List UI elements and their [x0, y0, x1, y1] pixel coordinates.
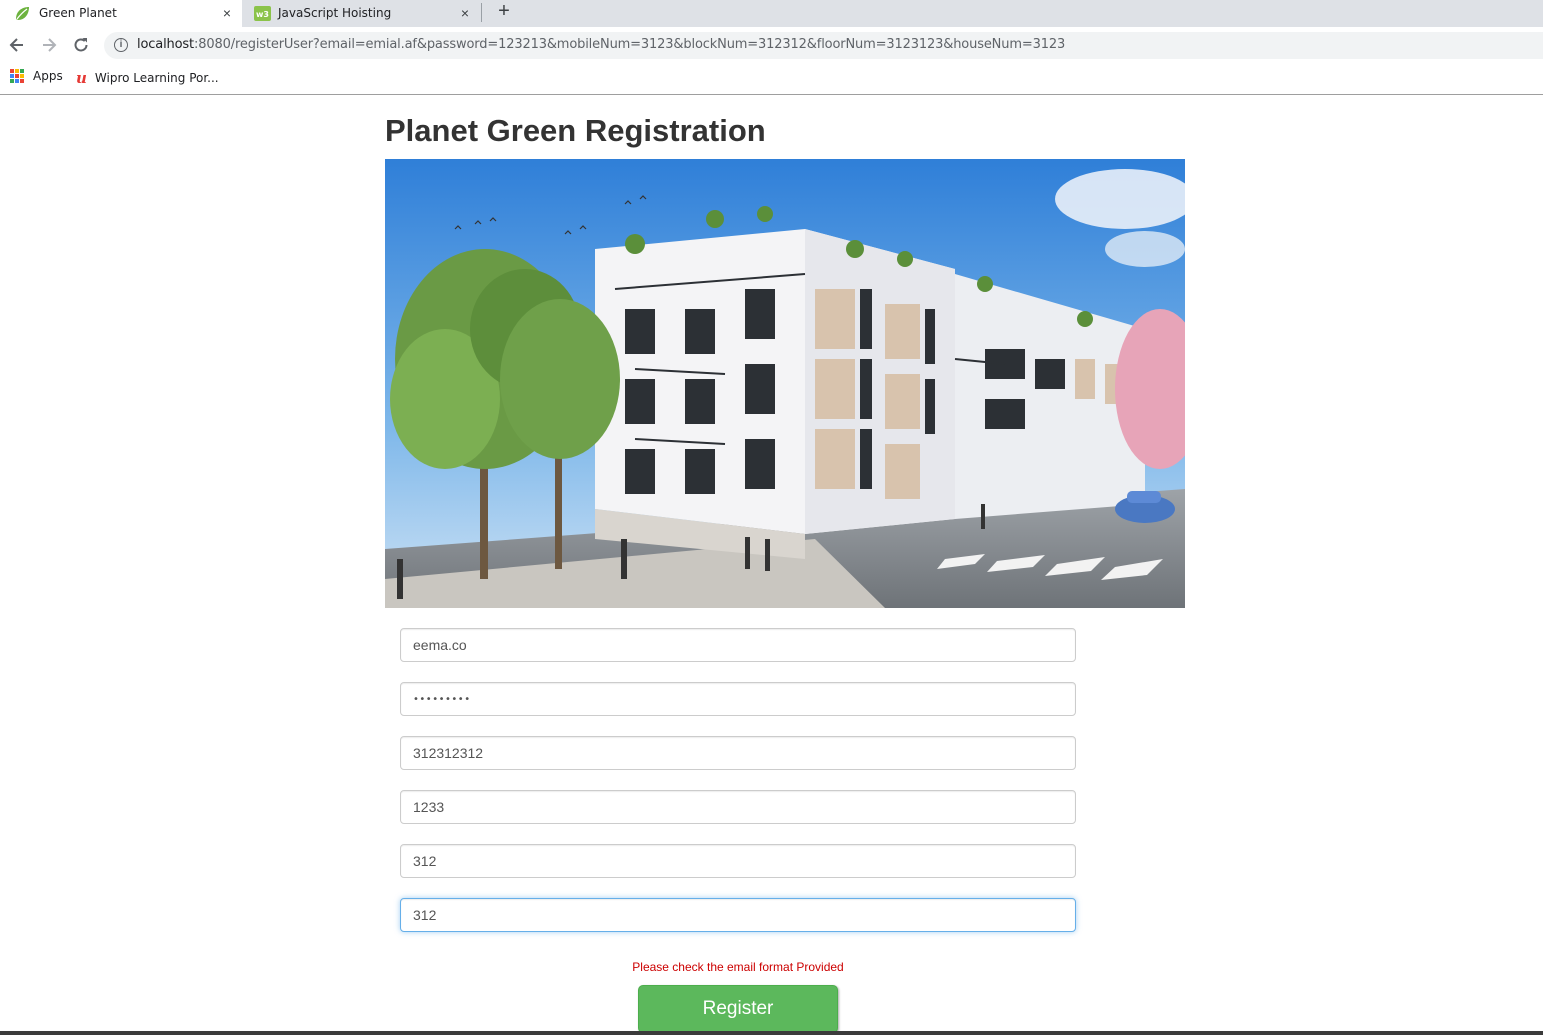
register-button[interactable]: Register [638, 985, 838, 1033]
tab-separator [481, 3, 482, 22]
floor-number-field[interactable] [400, 844, 1076, 878]
bookmark-label: Apps [33, 69, 63, 83]
tab-javascript-hoisting[interactable]: w3 JavaScript Hoisting × [245, 0, 480, 27]
bookmark-label: Wipro Learning Por... [94, 71, 219, 85]
bottom-edge [0, 1031, 1543, 1035]
site-info-icon[interactable]: i [114, 38, 128, 52]
close-tab-icon[interactable]: × [458, 6, 472, 20]
email-field[interactable] [400, 628, 1076, 662]
tab-title: Green Planet [39, 6, 117, 20]
address-bar[interactable]: i localhost:8080/registerUser?email=emia… [104, 32, 1543, 59]
bookmark-wipro-learning[interactable]: u Wipro Learning Por... [76, 69, 219, 87]
apps-grid-icon [10, 69, 24, 83]
bookmark-apps[interactable]: Apps [10, 69, 63, 83]
block-number-field[interactable] [400, 790, 1076, 824]
w3schools-icon: w3 [254, 6, 271, 21]
mobile-number-field[interactable] [400, 736, 1076, 770]
house-number-field[interactable] [400, 898, 1076, 932]
tab-title: JavaScript Hoisting [278, 6, 392, 20]
page-title: Planet Green Registration [385, 113, 766, 148]
bookmarks-bar: Apps u Wipro Learning Por... [0, 63, 1543, 95]
spring-leaf-icon [16, 7, 29, 20]
back-arrow-icon[interactable] [7, 35, 27, 55]
forward-arrow-icon[interactable] [39, 35, 59, 55]
new-tab-button[interactable]: + [494, 1, 514, 22]
email-error-message: Please check the email format Provided [632, 960, 844, 974]
tab-green-planet[interactable]: Green Planet × [0, 0, 242, 27]
close-tab-icon[interactable]: × [220, 6, 234, 20]
browser-tab-strip: Green Planet × w3 JavaScript Hoisting × … [0, 0, 1543, 27]
url-text: localhost:8080/registerUser?email=emial.… [137, 37, 1066, 52]
svg-text:w3: w3 [256, 10, 269, 19]
hero-building-image [385, 159, 1185, 608]
reload-icon[interactable] [71, 35, 91, 55]
password-field[interactable] [400, 682, 1076, 716]
wipro-u-icon: u [76, 69, 87, 87]
